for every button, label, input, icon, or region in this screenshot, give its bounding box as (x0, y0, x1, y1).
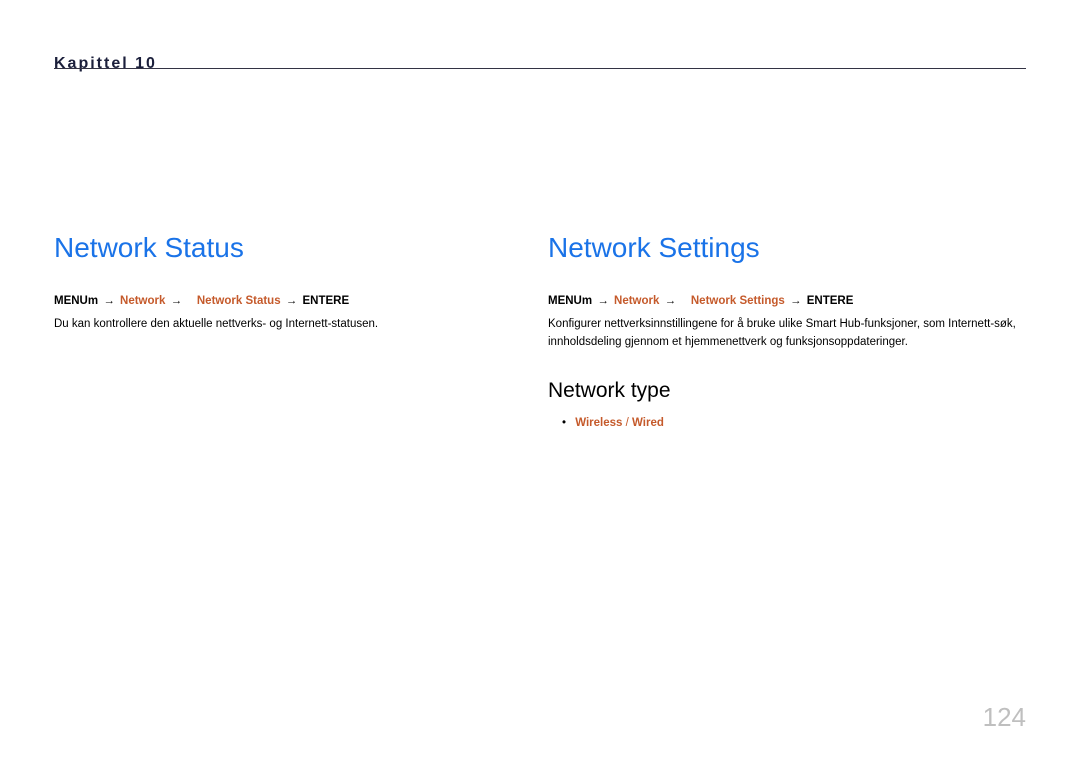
crumb-item: Network Status (197, 295, 281, 307)
left-column: Network Status MENUm → Network → Network… (54, 232, 494, 334)
chapter-label: Kapittel 10 (54, 55, 199, 73)
crumb-menu: MENU (548, 295, 582, 307)
arrow-icon: → (103, 295, 115, 307)
crumb-item: Network Settings (691, 295, 785, 307)
arrow-icon: → (286, 295, 298, 307)
arrow-icon: → (790, 295, 802, 307)
crumb-network: Network (120, 295, 165, 307)
divider (54, 68, 1026, 70)
body-text-right: Konfigurer nettverksinnstillingene for å… (548, 316, 1028, 351)
option-separator: / (622, 417, 632, 429)
option-list: • Wireless / Wired (548, 417, 1028, 429)
right-column: Network Settings MENUm → Network → Netwo… (548, 232, 1028, 429)
crumb-menu-suffix: m (88, 295, 98, 307)
arrow-icon: → (665, 295, 677, 307)
page-number: 124 (983, 702, 1026, 733)
subheading-network-type: Network type (548, 379, 1028, 403)
arrow-icon: → (171, 295, 183, 307)
crumb-network: Network (614, 295, 659, 307)
crumb-enter: ENTER (303, 295, 342, 307)
option-wired: Wired (632, 417, 664, 429)
arrow-icon: → (597, 295, 609, 307)
crumb-enter-suffix: E (846, 295, 854, 307)
breadcrumb-left: MENUm → Network → Network Status → ENTER… (54, 292, 494, 310)
heading-network-status: Network Status (54, 232, 494, 264)
option-wireless: Wireless (575, 417, 622, 429)
bullet-icon: • (562, 417, 566, 429)
heading-network-settings: Network Settings (548, 232, 1028, 264)
body-text-left: Du kan kontrollere den aktuelle nettverk… (54, 316, 494, 333)
crumb-enter-suffix: E (341, 295, 349, 307)
crumb-menu: MENU (54, 295, 88, 307)
crumb-enter: ENTER (807, 295, 846, 307)
crumb-menu-suffix: m (582, 295, 592, 307)
breadcrumb-right: MENUm → Network → Network Settings → ENT… (548, 292, 1028, 310)
